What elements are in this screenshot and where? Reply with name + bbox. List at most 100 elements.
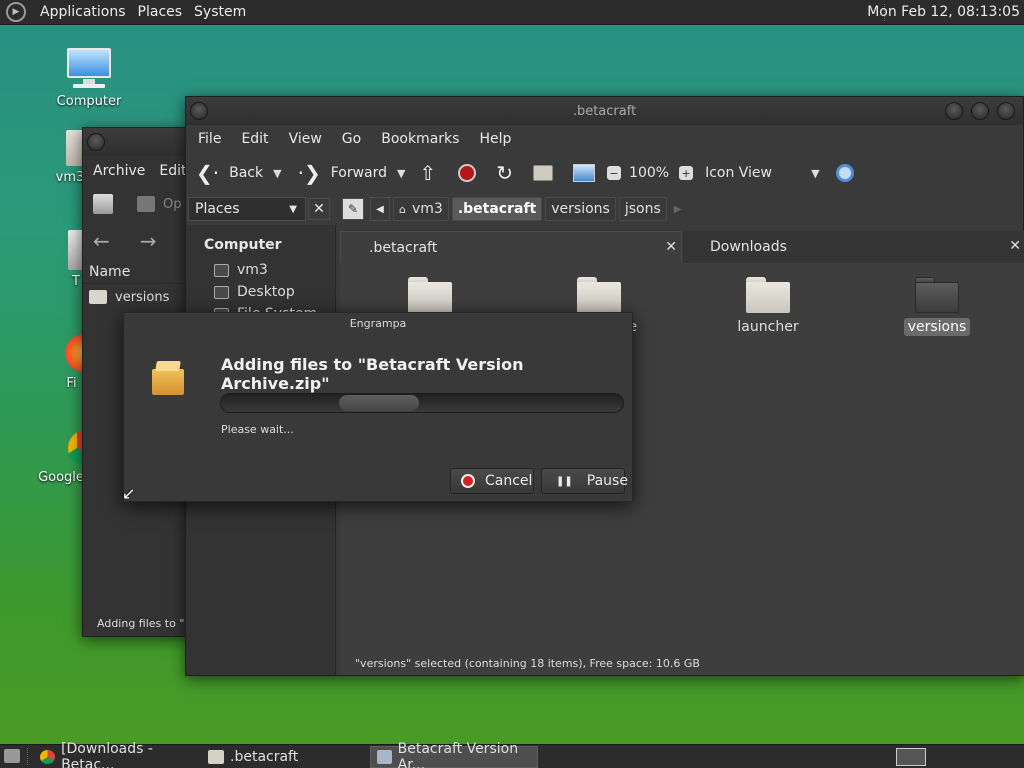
breadcrumb-right-icon[interactable]: ▶ [674,204,682,215]
computer-toolbar-icon[interactable] [573,164,596,182]
folder-icon [208,750,224,764]
menu-edit[interactable]: Edit [231,131,278,147]
folder-icon [746,277,790,313]
pause-button[interactable]: ❚❚ Pause [541,468,628,494]
desktop-icon-label: vm3 [55,170,85,185]
stop-icon[interactable] [458,164,477,182]
close-tab-icon[interactable]: ✕ [665,239,677,255]
forward-history-dropdown[interactable]: ▼ [397,167,405,180]
desktop-icon-firefox[interactable]: Fi [40,334,85,391]
view-mode-select[interactable]: Icon View [705,165,801,181]
package-icon [152,361,184,395]
breadcrumb: ✎ ◀ ⌂ vm3 .betacraft versions jsons ▶ [342,197,681,221]
close-tab-icon[interactable]: ✕ [1009,238,1021,254]
workspace-switcher-icon[interactable] [896,748,926,766]
window-menu-button[interactable] [87,133,105,151]
mate-logo-icon[interactable]: ▶ [6,2,26,22]
sidebar-item-vm3[interactable]: vm3 [186,259,335,281]
folder-label: launcher [737,319,799,335]
menu-bookmarks[interactable]: Bookmarks [371,131,469,147]
status-bar: "versions" selected (containing 18 items… [355,657,700,670]
sidebar-item-desktop[interactable]: Desktop [186,281,335,303]
pause-label: Pause [586,473,628,489]
dialog-title[interactable]: Engrampa [124,313,632,333]
file-manager-titlebar[interactable]: .betacraft [186,97,1023,125]
task-betacraft[interactable]: .betacraft [202,746,368,768]
menu-go[interactable]: Go [332,131,371,147]
up-arrow-icon[interactable]: ⇧ [420,163,437,183]
sidebar-heading-computer: Computer [204,237,282,253]
minimize-button[interactable] [945,102,963,120]
forward-button[interactable]: ·❯ Forward [298,163,387,183]
archive-titlebar[interactable] [83,128,191,156]
desktop-icon-vm3[interactable]: vm3 [30,130,90,185]
folder-icon [915,277,959,313]
desktop-icon-computer[interactable]: Computer [44,46,134,109]
menu-places[interactable]: Places [132,4,189,20]
archive-menu-archive[interactable]: Archive [83,163,155,179]
tab-label: Downloads [710,239,787,255]
archive-row[interactable]: versions [83,284,191,310]
breadcrumb-left-icon[interactable]: ◀ [370,197,390,221]
pause-icon: ❚❚ [556,475,573,487]
dialog-heading: Adding files to "Betacraft Version Archi… [221,355,524,393]
view-mode-dropdown[interactable]: ▼ [811,167,819,180]
folder-item-versions[interactable]: versions [892,277,982,336]
task-archive[interactable]: Betacraft Version Ar... [370,741,538,768]
search-icon[interactable] [835,164,854,182]
forward-arrow-icon: ·❯ [297,161,321,185]
crumb-vm3[interactable]: ⌂ vm3 [393,197,449,221]
desktop-icon-label: Fi [66,376,77,391]
folder-icon [408,277,452,313]
column-header-name[interactable]: Name [83,260,191,284]
top-panel: ▶ Applications Places System Mon Feb 12,… [0,0,1024,25]
open-archive-icon[interactable] [137,196,155,212]
desktop-icon [214,285,229,299]
resize-cursor-icon: ↙ [122,484,136,503]
desktop-icon-label: Google [38,470,84,485]
forward-label: Forward [330,165,388,181]
back-button[interactable]: ❮· Back [196,163,263,183]
new-archive-icon[interactable] [93,194,113,214]
close-button[interactable] [997,102,1015,120]
back-arrow-icon[interactable]: ← [93,229,110,253]
crumb-versions[interactable]: versions [545,197,616,221]
show-desktop-icon[interactable] [4,749,20,763]
task-downloads[interactable]: [Downloads - Betac... [34,741,202,768]
close-sidebar-icon[interactable]: ✕ [308,198,330,220]
folder-item-launcher[interactable]: launcher [723,277,813,335]
home-icon[interactable] [533,165,554,181]
zoom-out-icon[interactable]: − [607,166,622,180]
cancel-icon [461,474,475,488]
tab-downloads[interactable]: Downloads ✕ [682,231,1024,263]
reload-icon[interactable]: ↻ [496,163,513,183]
computer-icon [65,46,113,90]
location-bar: Places ▼ ✕ ✎ ◀ ⌂ vm3 .betacraft versions … [186,193,1023,225]
menu-system[interactable]: System [188,4,252,20]
archive-row-label: versions [115,289,170,305]
crumb-label: vm3 [411,201,443,217]
zoom-level[interactable]: 100% [629,165,669,181]
desktop-icon-label: T [72,274,80,289]
sidebar-item-label: vm3 [237,262,268,278]
desktop-icon-chrome[interactable]: Google [34,430,88,485]
tab-betacraft[interactable]: .betacraft ✕ [340,231,682,263]
edit-location-icon[interactable]: ✎ [342,198,364,220]
crumb-jsons[interactable]: jsons [618,197,667,221]
menu-view[interactable]: View [279,131,332,147]
menu-file[interactable]: File [188,131,231,147]
clock[interactable]: Mon Feb 12, 08:13:05 [867,4,1020,20]
back-history-dropdown[interactable]: ▼ [273,167,281,180]
open-label[interactable]: Op [163,197,181,212]
back-label: Back [229,165,264,181]
sidebar-selector[interactable]: Places ▼ [188,197,306,221]
maximize-button[interactable] [971,102,989,120]
archive-nav: ← → [83,222,191,260]
window-menu-button[interactable] [190,102,208,120]
forward-arrow-icon[interactable]: → [140,229,157,253]
menu-help[interactable]: Help [469,131,521,147]
zoom-in-icon[interactable]: + [679,166,694,180]
cancel-button[interactable]: Cancel [450,468,534,494]
crumb-betacraft[interactable]: .betacraft [451,197,543,221]
menu-applications[interactable]: Applications [34,4,132,20]
